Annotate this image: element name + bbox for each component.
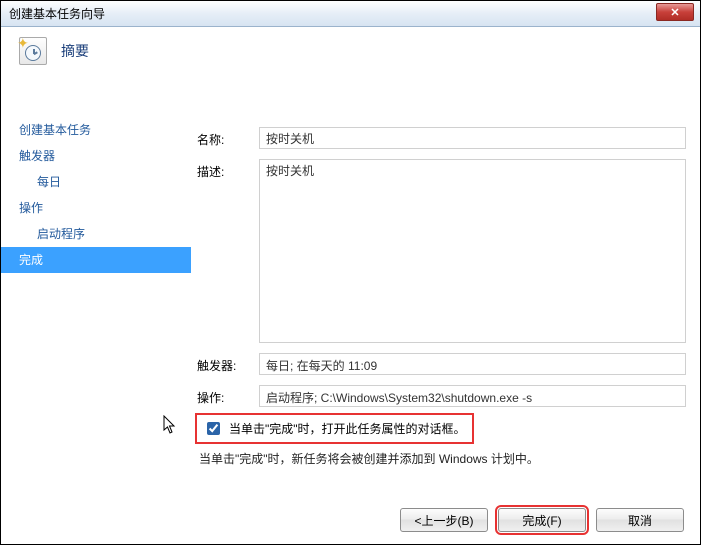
name-input[interactable] [259,127,686,149]
row-action: 操作: 启动程序; C:\Windows\System32\shutdown.e… [197,385,686,407]
open-properties-row: 当单击"完成"时，打开此任务属性的对话框。 [199,417,470,440]
wizard-sidebar: 创建基本任务 触发器 每日 操作 启动程序 完成 [1,111,191,494]
sidebar-item-daily[interactable]: 每日 [1,169,191,195]
cancel-button[interactable]: 取消 [596,508,684,532]
window-title: 创建基本任务向导 [9,5,105,22]
sidebar-item-start-program[interactable]: 启动程序 [1,221,191,247]
footer-note: 当单击"完成"时，新任务将会被创建并添加到 Windows 计划中。 [199,450,686,467]
open-properties-label: 当单击"完成"时，打开此任务属性的对话框。 [229,420,466,437]
wizard-main: 名称: 描述: 触发器: 每日; 在每天的 11:09 操作: 启动程序; C:… [197,127,686,494]
titlebar: 创建基本任务向导 ✕ [1,1,700,27]
finish-button[interactable]: 完成(F) [498,508,586,532]
close-icon: ✕ [670,6,679,19]
action-value: 启动程序; C:\Windows\System32\shutdown.exe -… [259,385,686,407]
close-button[interactable]: ✕ [656,3,694,21]
row-description: 描述: [197,159,686,343]
trigger-label: 触发器: [197,353,259,374]
desc-label: 描述: [197,159,259,180]
wizard-icon: ✦ [19,37,47,65]
action-label: 操作: [197,385,259,406]
button-bar: <上一步(B) 完成(F) 取消 [400,508,684,532]
row-trigger: 触发器: 每日; 在每天的 11:09 [197,353,686,375]
open-properties-checkbox[interactable] [207,422,220,435]
back-button[interactable]: <上一步(B) [400,508,488,532]
sidebar-item-create-task[interactable]: 创建基本任务 [1,117,191,143]
trigger-value: 每日; 在每天的 11:09 [259,353,686,375]
page-heading: 摘要 [61,41,89,61]
wizard-header: ✦ 摘要 [19,37,89,65]
sidebar-item-action[interactable]: 操作 [1,195,191,221]
sidebar-item-finish[interactable]: 完成 [1,247,191,273]
desc-textarea[interactable] [259,159,686,343]
sidebar-item-trigger[interactable]: 触发器 [1,143,191,169]
row-name: 名称: [197,127,686,149]
name-label: 名称: [197,127,259,148]
wizard-content: ✦ 摘要 创建基本任务 触发器 每日 操作 启动程序 完成 名称: 描述: 触发… [1,27,700,544]
